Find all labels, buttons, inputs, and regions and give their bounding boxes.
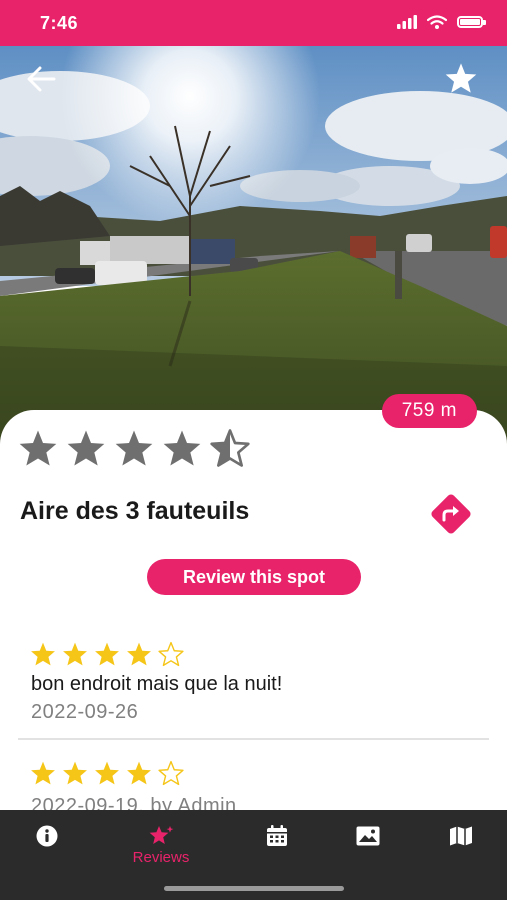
star-filled-icon	[67, 430, 105, 466]
calendar-icon	[267, 825, 287, 846]
spot-photo	[0, 46, 507, 446]
review-divider	[18, 738, 489, 740]
star-filled-icon	[63, 642, 87, 666]
back-button[interactable]	[24, 62, 58, 96]
home-indicator	[164, 886, 344, 891]
star-outline-icon	[158, 641, 184, 667]
star-filled-icon	[163, 430, 201, 466]
tab-reviews[interactable]: Reviews	[121, 810, 201, 870]
star-filled-icon	[63, 761, 87, 785]
star-sparkle-icon	[149, 826, 174, 844]
review-stars	[30, 760, 184, 786]
star-filled-icon	[127, 761, 151, 785]
arrow-left-icon	[27, 66, 56, 92]
tab-photos[interactable]	[328, 810, 408, 870]
review-list: bon endroit mais que la nuit! 2022-09-26…	[0, 630, 507, 810]
image-icon	[356, 826, 380, 846]
status-time: 7:46	[40, 13, 79, 33]
star-filled-icon	[19, 430, 57, 466]
star-icon	[445, 63, 477, 93]
status-bar: 7:46	[0, 0, 507, 46]
map-icon	[450, 826, 472, 846]
info-icon	[36, 825, 58, 847]
directions-icon	[431, 494, 471, 534]
wifi-icon	[427, 15, 447, 29]
battery-icon	[457, 16, 486, 28]
status-icons	[397, 15, 486, 29]
star-filled-icon	[95, 642, 119, 666]
review-meta: 2022-09-19, by Admin	[31, 795, 237, 810]
review-stars	[30, 641, 184, 667]
review-text: bon endroit mais que la nuit!	[31, 673, 283, 695]
tab-reviews-label: Reviews	[132, 849, 190, 866]
tab-calendar[interactable]	[237, 810, 317, 870]
tab-map[interactable]	[421, 810, 501, 870]
review-date: 2022-09-26	[31, 701, 139, 723]
favorite-button[interactable]	[443, 60, 479, 96]
star-half-icon	[210, 429, 250, 467]
star-filled-icon	[115, 430, 153, 466]
spot-rating	[18, 428, 250, 468]
star-filled-icon	[31, 761, 55, 785]
star-filled-icon	[95, 761, 119, 785]
signal-icon	[397, 15, 417, 29]
star-outline-icon	[158, 760, 184, 786]
review-this-spot-button[interactable]: Review this spot	[147, 559, 361, 595]
star-filled-icon	[127, 642, 151, 666]
spot-title: Aire des 3 fauteuils	[20, 497, 250, 525]
distance-badge: 759 m	[381, 394, 477, 428]
directions-button[interactable]	[428, 491, 474, 537]
star-filled-icon	[31, 642, 55, 666]
tab-info[interactable]	[7, 810, 87, 870]
